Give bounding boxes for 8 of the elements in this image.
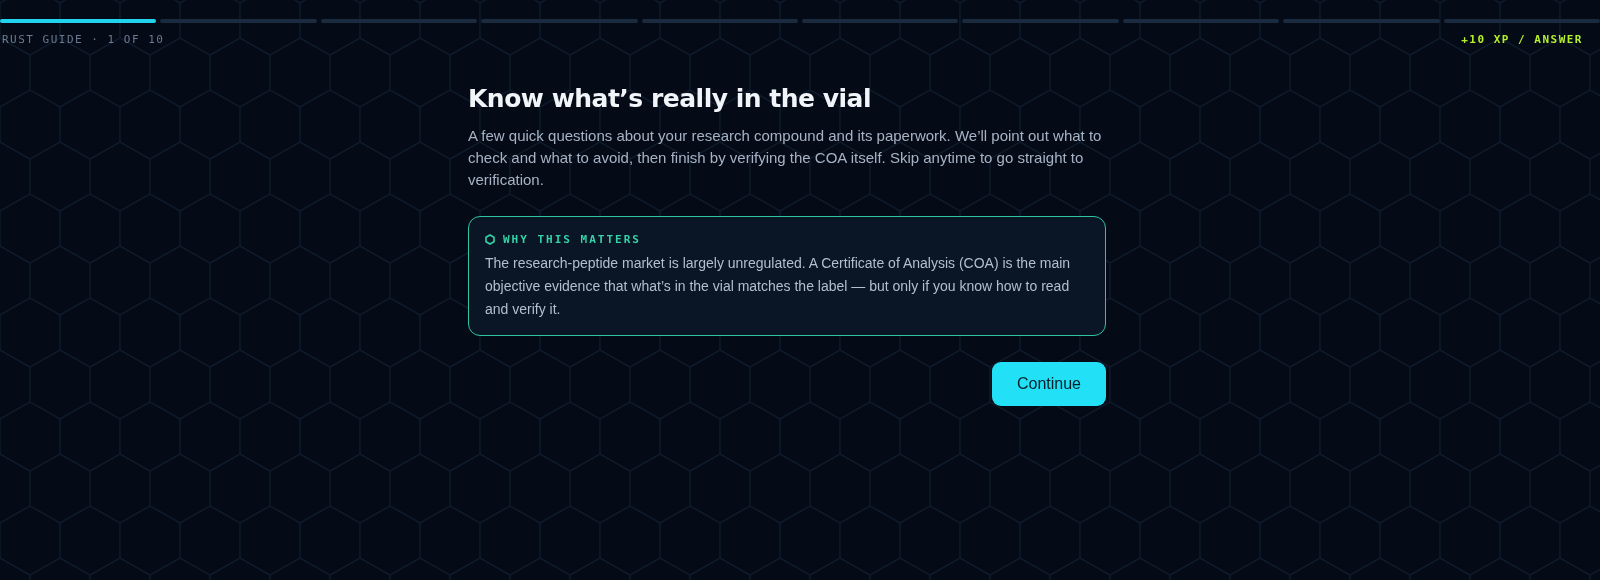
continue-button[interactable]: Continue	[991, 362, 1106, 406]
step-label: RUST GUIDE · 1 OF 10	[2, 33, 165, 46]
callout-text: The research-peptide market is largely unregulated. A Certificate of Analysis (COA) is the main objective evidence that what’s in the vial matches the label — but only if you know how to read and verify it.	[485, 254, 1072, 319]
hexagon-icon	[485, 234, 495, 245]
reward-label: +10 XP / ANSWER	[1461, 33, 1583, 46]
intro-text: A few quick questions about your research compound and its paperwork. We’ll point out what to check and what to avoid, then finish by verifying the COA itself. Skip anytime to go straight to verification.	[468, 126, 1103, 190]
intro-title: Know what’s really in the vial	[468, 84, 873, 113]
callout-heading: WHY THIS MATTERS	[503, 233, 641, 246]
